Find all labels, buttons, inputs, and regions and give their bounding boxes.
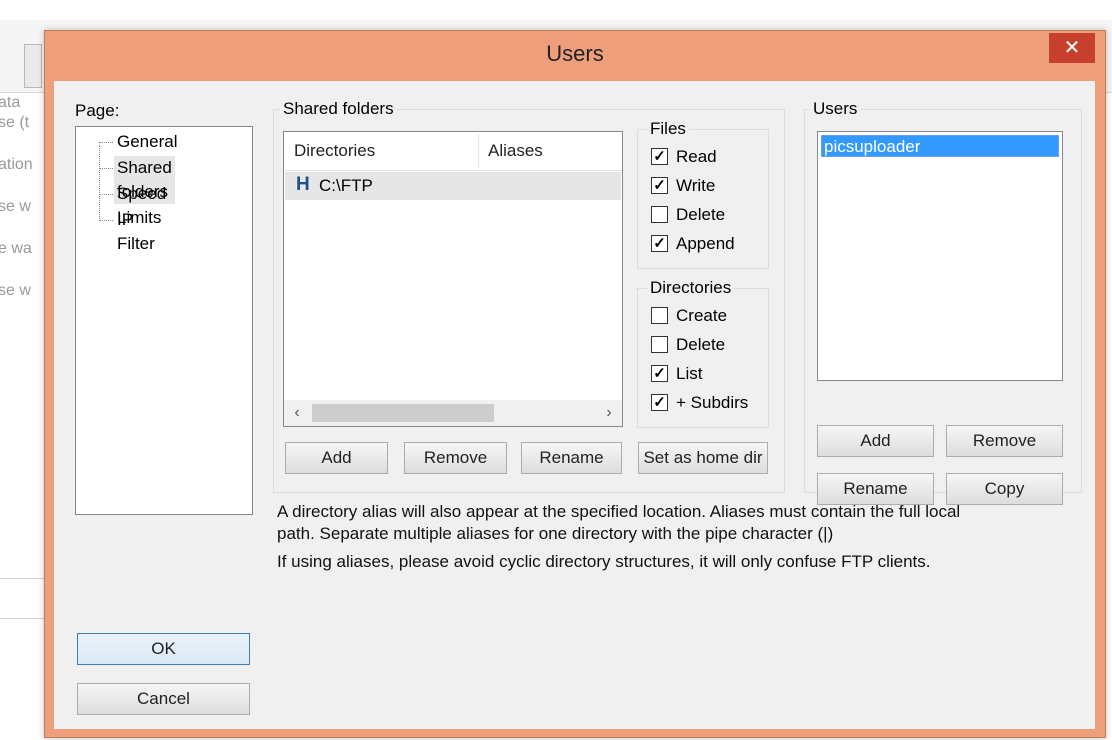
- close-icon: ✕: [1063, 37, 1081, 59]
- page-tree: General Shared folders Speed Limits IP F…: [75, 126, 253, 515]
- ok-button[interactable]: OK: [77, 633, 250, 665]
- directory-path: C:\FTP: [319, 176, 373, 195]
- directories-list[interactable]: Directories Aliases H C:\FTP ‹ ›: [283, 131, 623, 427]
- background-toolbar-button: [24, 44, 42, 88]
- alias-warning-line: If using aliases, please avoid cyclic di…: [277, 552, 931, 571]
- background-text-fragment: se w: [0, 282, 31, 299]
- background-text-fragment: e wa: [0, 240, 32, 257]
- shared-folders-title: Shared folders: [280, 99, 397, 119]
- dialog-client-area: Page: General Shared folders Speed Limit…: [54, 81, 1095, 729]
- checkbox-label: Delete: [676, 335, 726, 354]
- users-list[interactable]: picsuploader: [817, 131, 1063, 381]
- tree-connector: [99, 142, 113, 143]
- checkbox-box[interactable]: ✓: [651, 235, 668, 252]
- checkbox-box[interactable]: ✓: [651, 394, 668, 411]
- checkbox-label: Delete: [676, 205, 726, 224]
- background-text-fragment: se w: [0, 198, 31, 215]
- list-header: Directories Aliases: [284, 132, 622, 171]
- set-home-dir-button[interactable]: Set as home dir: [638, 442, 768, 474]
- checkbox-box[interactable]: [651, 206, 668, 223]
- tree-connector: [99, 220, 113, 221]
- cancel-button[interactable]: Cancel: [77, 683, 250, 715]
- home-dir-icon: H: [296, 174, 310, 195]
- checkbox-label: List: [676, 364, 703, 383]
- remove-user-button[interactable]: Remove: [946, 425, 1063, 457]
- background-text-fragment: ation: [0, 156, 33, 173]
- background-text-fragment: se (t: [0, 114, 30, 131]
- checkbox-label: Append: [676, 234, 735, 253]
- tree-connector: [99, 168, 113, 169]
- checkbox-box[interactable]: [651, 307, 668, 324]
- checkbox-label: + Subdirs: [676, 393, 749, 412]
- users-title: Users: [810, 99, 861, 119]
- scroll-left-icon[interactable]: ‹: [286, 401, 308, 425]
- horizontal-scrollbar[interactable]: ‹ ›: [284, 400, 622, 426]
- files-title: Files: [647, 119, 689, 139]
- add-user-button[interactable]: Add: [817, 425, 934, 457]
- dialog-title: Users: [546, 41, 604, 66]
- column-header-aliases[interactable]: Aliases: [478, 132, 622, 170]
- alias-info-line: A directory alias will also appear at th…: [277, 502, 961, 521]
- tree-connector: [99, 145, 100, 221]
- copy-user-button[interactable]: Copy: [946, 473, 1063, 505]
- alias-info-line: path. Separate multiple aliases for one …: [277, 524, 834, 543]
- checkbox-label: Write: [676, 176, 716, 195]
- scroll-right-icon[interactable]: ›: [598, 401, 620, 425]
- scrollbar-thumb[interactable]: [312, 404, 494, 422]
- checkbox-box[interactable]: ✓: [651, 365, 668, 382]
- list-item[interactable]: picsuploader: [821, 135, 1059, 157]
- users-dialog: Users ✕ Page: General Shared folders Spe…: [44, 30, 1106, 738]
- checkbox-box[interactable]: ✓: [651, 148, 668, 165]
- add-folder-button[interactable]: Add: [285, 442, 388, 474]
- list-item[interactable]: H C:\FTP: [285, 172, 621, 200]
- background-divider: [0, 618, 44, 619]
- tree-connector: [99, 194, 113, 195]
- checkbox-box[interactable]: ✓: [651, 177, 668, 194]
- column-header-directories[interactable]: Directories: [284, 132, 478, 170]
- background-divider: [0, 578, 44, 579]
- page-label: Page:: [75, 101, 120, 120]
- checkbox-label: Create: [676, 306, 728, 325]
- close-button[interactable]: ✕: [1049, 33, 1095, 63]
- tree-item-label: IP Filter: [117, 210, 155, 253]
- rename-folder-button[interactable]: Rename: [521, 442, 622, 474]
- remove-folder-button[interactable]: Remove: [404, 442, 507, 474]
- checkbox-box[interactable]: [651, 336, 668, 353]
- checkbox-label: Read: [676, 147, 717, 166]
- background-text-fragment: ata: [0, 94, 21, 111]
- tree-item-label: General: [117, 132, 178, 151]
- directories-title: Directories: [647, 278, 735, 298]
